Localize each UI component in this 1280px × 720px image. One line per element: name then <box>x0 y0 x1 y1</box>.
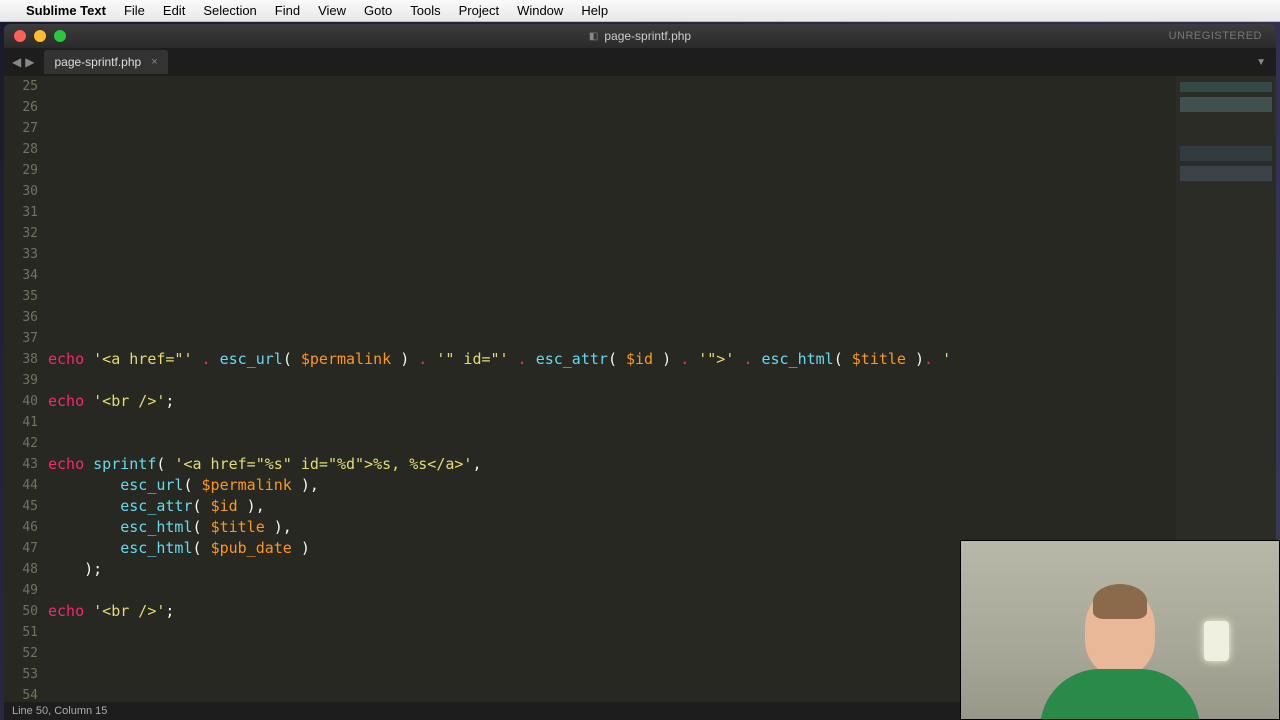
window-title-text: page-sprintf.php <box>604 29 691 43</box>
selection-menu[interactable]: Selection <box>203 3 256 18</box>
project-menu[interactable]: Project <box>459 3 499 18</box>
line-gutter: 25 26 27 28 29 30 31 32 33 34 35 36 37 3… <box>4 76 48 716</box>
file-menu[interactable]: File <box>124 3 145 18</box>
window-menu[interactable]: Window <box>517 3 563 18</box>
minimize-window-button[interactable] <box>34 30 46 42</box>
macos-menubar: Sublime Text File Edit Selection Find Vi… <box>0 0 1280 22</box>
traffic-lights <box>4 30 66 42</box>
minimap-region <box>1180 82 1272 132</box>
tab-dropdown-icon[interactable]: ▼ <box>1256 57 1266 68</box>
nav-back-button[interactable]: ◀ <box>10 55 23 69</box>
tab-label: page-sprintf.php <box>54 55 141 69</box>
view-menu[interactable]: View <box>318 3 346 18</box>
edit-menu[interactable]: Edit <box>163 3 185 18</box>
window-titlebar: ◧ page-sprintf.php UNREGISTERED <box>4 24 1276 48</box>
unregistered-label: UNREGISTERED <box>1169 30 1262 42</box>
help-menu[interactable]: Help <box>581 3 608 18</box>
file-tab[interactable]: page-sprintf.php × <box>44 50 167 74</box>
close-window-button[interactable] <box>14 30 26 42</box>
find-menu[interactable]: Find <box>275 3 300 18</box>
nav-arrows: ◀ ▶ <box>4 55 36 69</box>
file-icon: ◧ <box>589 31 598 42</box>
tab-close-icon[interactable]: × <box>151 56 157 68</box>
tools-menu[interactable]: Tools <box>410 3 440 18</box>
webcam-overlay: 2b || !2b <box>960 540 1280 720</box>
minimap-region <box>1180 146 1272 196</box>
maximize-window-button[interactable] <box>54 30 66 42</box>
goto-menu[interactable]: Goto <box>364 3 392 18</box>
window-title: ◧ page-sprintf.php <box>589 29 691 43</box>
nav-forward-button[interactable]: ▶ <box>23 55 36 69</box>
webcam-person: 2b || !2b <box>1030 559 1210 720</box>
app-menu[interactable]: Sublime Text <box>26 3 106 18</box>
tab-bar: ◀ ▶ page-sprintf.php × ▼ <box>4 48 1276 76</box>
cursor-position: Line 50, Column 15 <box>12 705 107 717</box>
